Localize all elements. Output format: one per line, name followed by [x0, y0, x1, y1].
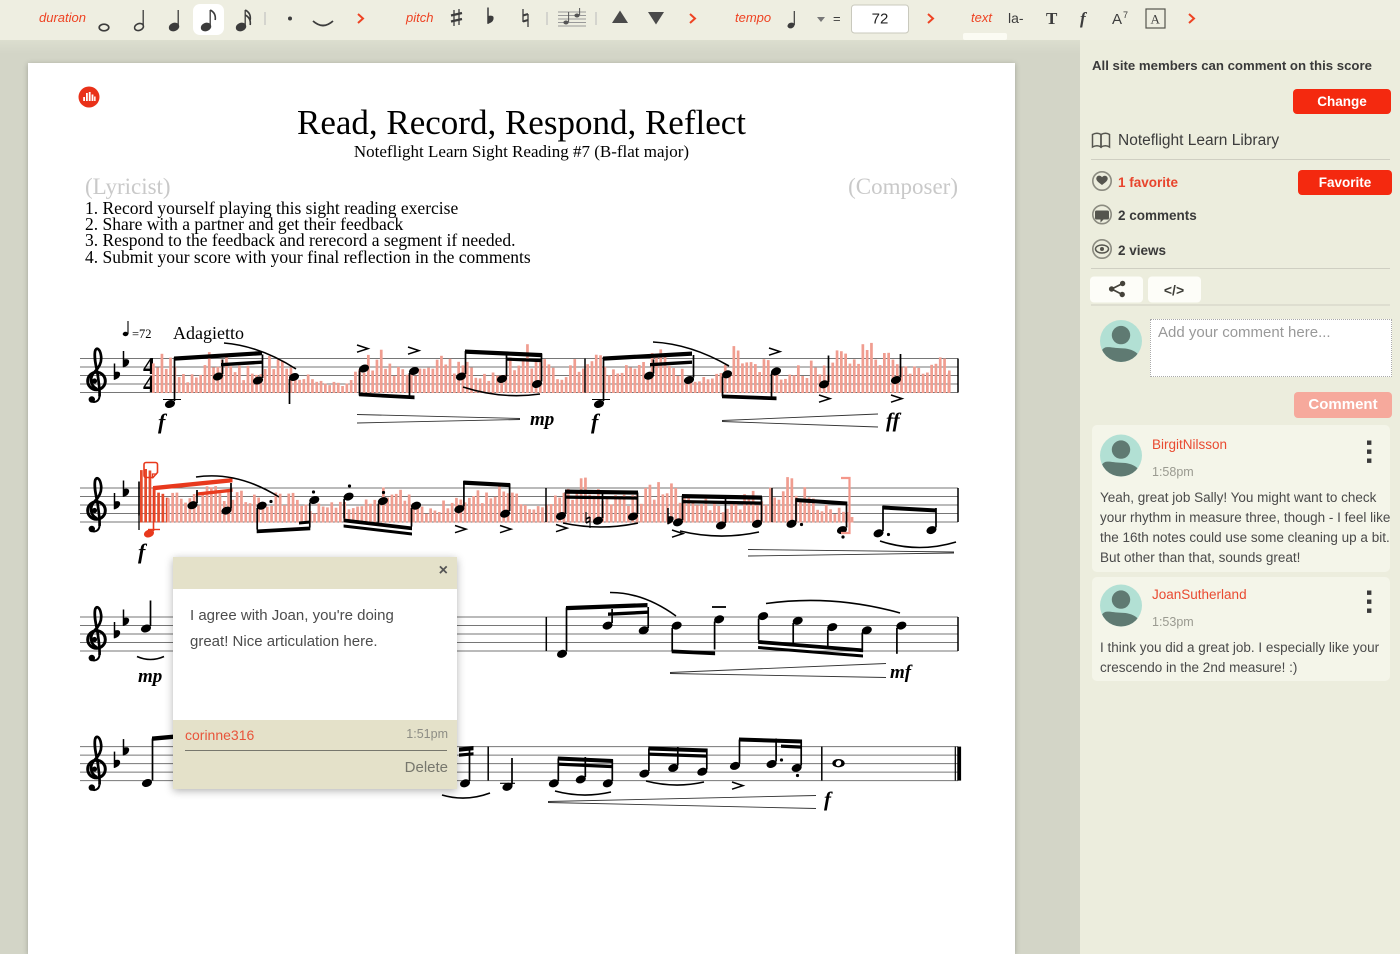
svg-text:</>: </> — [1164, 282, 1184, 298]
svg-text:text: text — [971, 10, 993, 25]
svg-text:A: A — [1112, 11, 1122, 28]
svg-text:T: T — [1046, 9, 1058, 28]
svg-text:ff: ff — [886, 408, 902, 432]
svg-text:A: A — [1151, 12, 1161, 27]
svg-text:la-: la- — [1008, 10, 1024, 26]
svg-text:f: f — [824, 787, 833, 811]
svg-text:72: 72 — [872, 11, 889, 28]
svg-text:f: f — [591, 409, 601, 434]
svg-text:f: f — [158, 409, 168, 434]
svg-text:=: = — [833, 11, 841, 26]
svg-text:mp: mp — [138, 666, 162, 687]
svg-text:mp: mp — [530, 409, 554, 430]
svg-text:Adagietto: Adagietto — [173, 323, 244, 343]
svg-text:f: f — [138, 539, 148, 564]
svg-text:tempo: tempo — [735, 10, 771, 25]
svg-text:mf: mf — [890, 662, 913, 683]
svg-text:pitch: pitch — [405, 10, 433, 25]
svg-text:7: 7 — [1123, 10, 1128, 20]
svg-text:=72: =72 — [132, 327, 152, 341]
svg-text:duration: duration — [39, 10, 86, 25]
